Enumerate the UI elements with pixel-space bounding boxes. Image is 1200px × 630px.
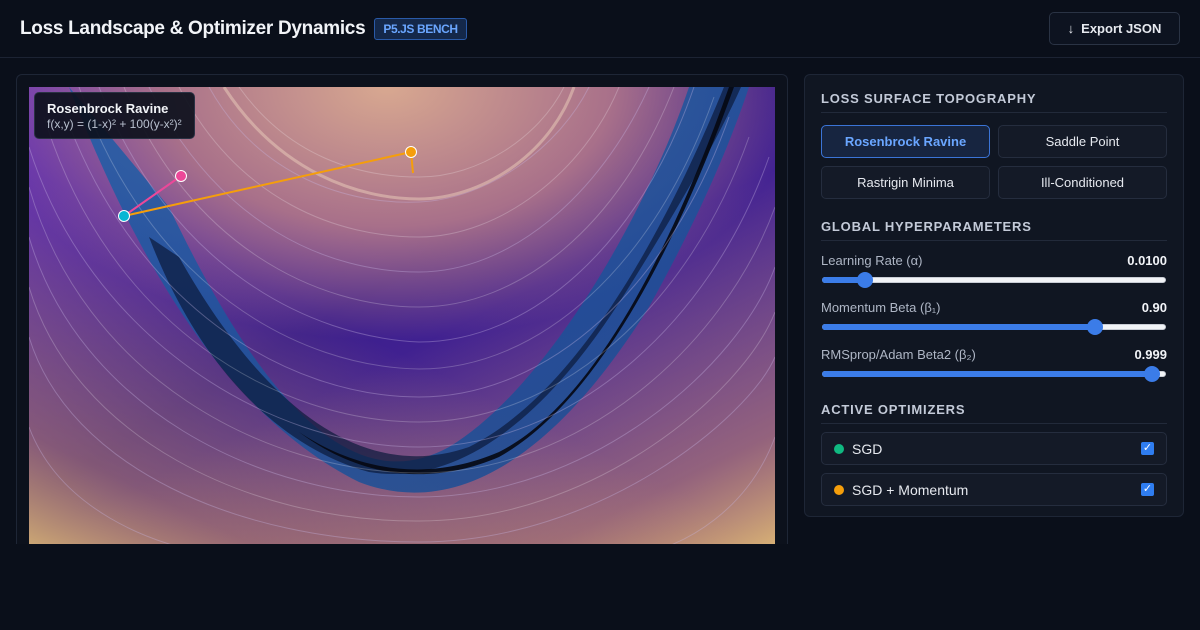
- topography-options: Rosenbrock Ravine Saddle Point Rastrigin…: [821, 125, 1167, 199]
- optimizer-item-sgd[interactable]: SGD ✓: [821, 432, 1167, 465]
- surface-formula: f(x,y) = (1-x)² + 100(y-x²)²: [47, 117, 182, 131]
- app-header: Loss Landscape & Optimizer Dynamics P5.J…: [0, 0, 1200, 58]
- learning-rate-slider-thumb[interactable]: [857, 272, 873, 288]
- momentum-beta-slider-thumb[interactable]: [1087, 319, 1103, 335]
- optimizer-marker-start: [118, 210, 130, 222]
- loss-landscape-canvas[interactable]: [29, 87, 775, 544]
- topography-rosenbrock-button[interactable]: Rosenbrock Ravine: [821, 125, 990, 158]
- topography-section-title: LOSS SURFACE TOPOGRAPHY: [821, 91, 1167, 113]
- optimizer-marker-adam: [175, 170, 187, 182]
- check-icon[interactable]: ✓: [1141, 483, 1154, 496]
- export-label: Export JSON: [1081, 21, 1162, 36]
- surface-name: Rosenbrock Ravine: [47, 101, 169, 116]
- download-icon: ↓: [1067, 21, 1075, 36]
- beta2-control: RMSprop/Adam Beta2 (β₂) 0.999: [821, 347, 1167, 382]
- learning-rate-value: 0.0100: [1127, 253, 1167, 268]
- optimizer-color-dot: [834, 484, 844, 495]
- hyperparameters-section-title: GLOBAL HYPERPARAMETERS: [821, 219, 1167, 241]
- momentum-beta-label: Momentum Beta (β₁): [821, 300, 941, 315]
- optimizer-item-sgd-momentum[interactable]: SGD + Momentum ✓: [821, 473, 1167, 506]
- optimizer-color-dot: [834, 443, 844, 454]
- momentum-beta-control: Momentum Beta (β₁) 0.90: [821, 300, 1167, 335]
- beta2-label: RMSprop/Adam Beta2 (β₂): [821, 347, 976, 362]
- beta2-value: 0.999: [1134, 347, 1167, 362]
- topography-rastrigin-button[interactable]: Rastrigin Minima: [821, 166, 990, 199]
- learning-rate-control: Learning Rate (α) 0.0100: [821, 253, 1167, 288]
- optimizer-name: SGD + Momentum: [852, 481, 969, 498]
- learning-rate-label: Learning Rate (α): [821, 253, 923, 268]
- beta2-slider-thumb[interactable]: [1144, 366, 1160, 382]
- check-icon[interactable]: ✓: [1141, 442, 1154, 455]
- loss-landscape-panel: Rosenbrock Ravine f(x,y) = (1-x)² + 100(…: [16, 74, 788, 544]
- momentum-beta-slider[interactable]: [821, 319, 1167, 335]
- topography-saddle-button[interactable]: Saddle Point: [998, 125, 1167, 158]
- topography-ill-conditioned-button[interactable]: Ill-Conditioned: [998, 166, 1167, 199]
- export-json-button[interactable]: ↓ Export JSON: [1049, 12, 1180, 45]
- learning-rate-slider[interactable]: [821, 272, 1167, 288]
- optimizer-marker-momentum: [405, 146, 417, 158]
- controls-panel: LOSS SURFACE TOPOGRAPHY Rosenbrock Ravin…: [804, 74, 1184, 517]
- bench-badge: P5.JS BENCH: [374, 17, 467, 40]
- surface-info-label: Rosenbrock Ravine f(x,y) = (1-x)² + 100(…: [34, 92, 195, 139]
- page-title: Loss Landscape & Optimizer Dynamics: [20, 17, 366, 39]
- beta2-slider[interactable]: [821, 366, 1167, 382]
- optimizer-name: SGD: [852, 440, 883, 457]
- optimizers-section-title: ACTIVE OPTIMIZERS: [821, 402, 1167, 424]
- momentum-beta-value: 0.90: [1141, 300, 1167, 315]
